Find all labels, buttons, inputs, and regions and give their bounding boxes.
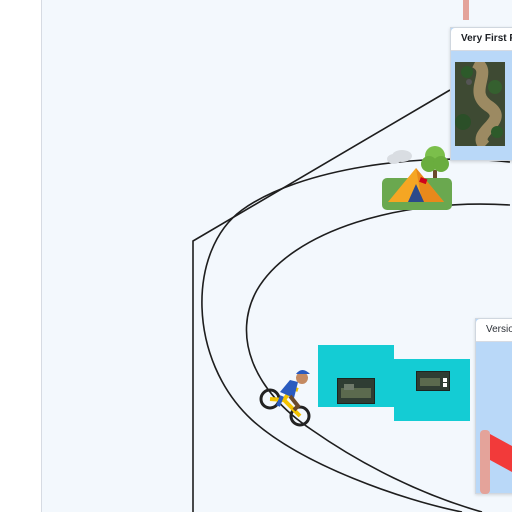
- teal-frame-left[interactable]: [318, 345, 394, 407]
- thumbnail-image: [338, 379, 374, 403]
- whiteboard-canvas[interactable]: Very First P Versio: [42, 0, 512, 512]
- track-middle-line: [201, 158, 511, 512]
- thumbnail-image: [417, 372, 449, 390]
- trail-photo[interactable]: [455, 62, 505, 146]
- card-title: Very First P: [461, 33, 512, 44]
- card-header: Very First P: [451, 28, 512, 51]
- card-header: Versio: [476, 319, 512, 342]
- teal-frame-right[interactable]: [394, 359, 470, 421]
- mountain-biker-icon: [259, 370, 311, 427]
- top-marker-pole: [463, 0, 469, 20]
- road-lines: [192, 0, 511, 512]
- camping-tent-icon: [382, 146, 452, 210]
- screenshot-thumbnail[interactable]: [416, 371, 450, 391]
- left-toolbar: [0, 0, 42, 512]
- card-title: Versio: [486, 324, 512, 335]
- screenshot-thumbnail[interactable]: [337, 378, 375, 404]
- red-flag-icon: [480, 430, 512, 494]
- card-very-first[interactable]: Very First P: [450, 27, 512, 161]
